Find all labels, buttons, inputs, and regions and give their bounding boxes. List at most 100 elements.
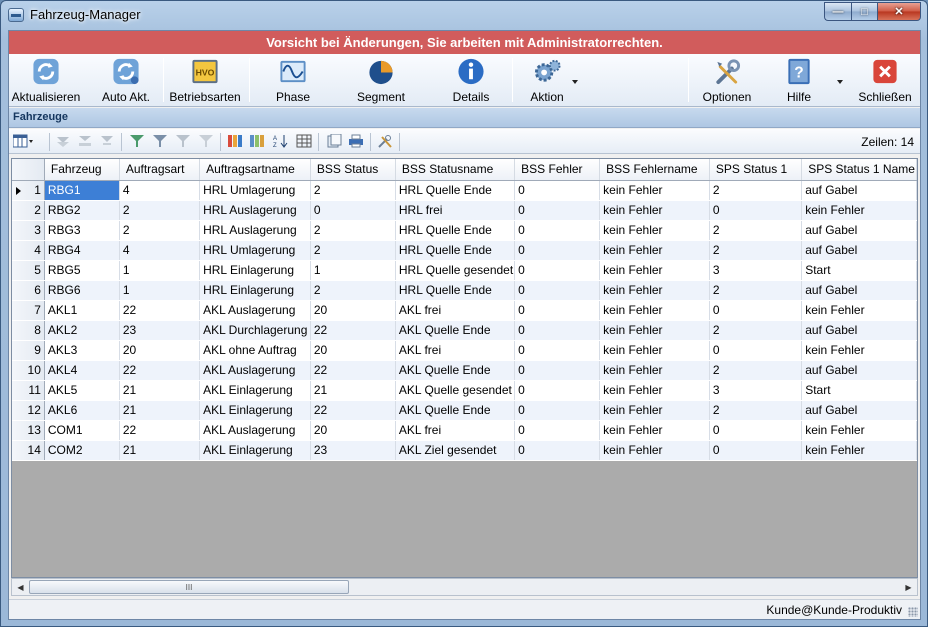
table-cell[interactable]: kein Fehler	[599, 340, 710, 361]
table-row[interactable]: 11 AKL5 21 AKL Einlagerung 21 AKL Quelle gese…	[12, 380, 917, 401]
table-cell[interactable]: 0	[709, 340, 803, 361]
table-cell[interactable]: HRL Einlagerung	[199, 260, 311, 281]
schliessen-button[interactable]: Schließen	[852, 56, 918, 104]
table-cell[interactable]: 0	[709, 300, 803, 321]
table-cell[interactable]: auf Gabel	[801, 220, 917, 241]
table-cell[interactable]: kein Fehler	[599, 260, 710, 281]
table-cell[interactable]: Start	[801, 380, 917, 401]
table-cell[interactable]: HRL Quelle Ende	[395, 280, 516, 301]
row-number[interactable]: 11	[12, 380, 45, 401]
table-cell[interactable]: HRL Quelle Ende	[395, 220, 516, 241]
betriebsarten-button[interactable]: HVO Betriebsarten	[167, 56, 243, 104]
table-cell[interactable]: RBG4	[44, 240, 120, 261]
table-row[interactable]: 10 AKL4 22 AKL Auslagerung 22 AKL Quelle Ende…	[12, 360, 917, 381]
table-cell[interactable]: auf Gabel	[801, 280, 917, 301]
table-row[interactable]: 3 RBG3 2 HRL Auslagerung 2 HRL Quelle Ende 0 ke…	[12, 220, 917, 241]
table-cell[interactable]: 1	[119, 280, 201, 301]
table-cell[interactable]: AKL Quelle Ende	[395, 360, 516, 381]
table-cell[interactable]: 0	[709, 440, 803, 461]
table-cell[interactable]: RBG2	[44, 200, 120, 221]
vehicles-grid[interactable]: Fahrzeug Auftragsart Auftragsartname BSS…	[11, 158, 918, 578]
table-cell[interactable]: 2	[119, 200, 201, 221]
resize-grip-icon[interactable]	[908, 607, 918, 617]
column-header[interactable]: Auftragsart	[119, 159, 201, 181]
table-row[interactable]: 9 AKL3 20 AKL ohne Auftrag 20 AKL frei 0 kein F…	[12, 340, 917, 361]
table-cell[interactable]: 0	[514, 280, 601, 301]
table-cell[interactable]: RBG5	[44, 260, 120, 281]
column-header[interactable]: SPS Status 1	[709, 159, 803, 181]
table-cell[interactable]: 20	[310, 300, 396, 321]
horizontal-scrollbar[interactable]: ◀ III ▶	[11, 578, 918, 596]
table-cell[interactable]: kein Fehler	[801, 340, 917, 361]
collapse-all-icon[interactable]	[55, 134, 71, 148]
table-cell[interactable]: kein Fehler	[599, 420, 710, 441]
row-number[interactable]: 12	[12, 400, 45, 421]
table-row[interactable]: 4 RBG4 4 HRL Umlagerung 2 HRL Quelle Ende 0 kei…	[12, 240, 917, 261]
print-icon[interactable]	[348, 134, 364, 148]
table-cell[interactable]: 4	[119, 240, 201, 261]
row-number[interactable]: 3	[12, 220, 45, 241]
table-cell[interactable]: COM1	[44, 420, 120, 441]
aktion-dropdown-arrow-icon[interactable]	[572, 80, 578, 84]
table-cell[interactable]: 2	[709, 220, 803, 241]
table-cell[interactable]: 0	[514, 380, 601, 401]
filter-clear-icon[interactable]	[175, 134, 191, 148]
table-cell[interactable]: 22	[119, 360, 201, 381]
column-colors-icon[interactable]	[249, 134, 265, 148]
table-cell[interactable]: 2	[310, 180, 396, 201]
table-cell[interactable]: AKL5	[44, 380, 120, 401]
table-cell[interactable]: 0	[514, 300, 601, 321]
table-cell[interactable]: kein Fehler	[801, 300, 917, 321]
table-cell[interactable]: HRL Umlagerung	[199, 240, 311, 261]
table-cell[interactable]: RBG6	[44, 280, 120, 301]
auto-akt-button[interactable]: Auto Akt.	[91, 56, 161, 104]
table-cell[interactable]: kein Fehler	[599, 300, 710, 321]
table-cell[interactable]: 0	[514, 400, 601, 421]
row-number[interactable]: 1	[12, 180, 45, 201]
table-cell[interactable]: AKL ohne Auftrag	[199, 340, 311, 361]
phase-button[interactable]: Phase	[261, 56, 325, 104]
scroll-right-icon[interactable]: ▶	[900, 579, 917, 595]
table-cell[interactable]: 22	[310, 320, 396, 341]
table-cell[interactable]: 22	[119, 300, 201, 321]
table-cell[interactable]: 0	[514, 420, 601, 441]
column-header[interactable]: BSS Status	[310, 159, 396, 181]
optionen-button[interactable]: Optionen	[695, 56, 759, 104]
table-cell[interactable]: AKL Auslagerung	[199, 360, 311, 381]
table-cell[interactable]: HRL Umlagerung	[199, 180, 311, 201]
table-cell[interactable]: 0	[709, 420, 803, 441]
table-cell[interactable]: RBG3	[44, 220, 120, 241]
column-header[interactable]: Fahrzeug	[44, 159, 120, 181]
table-cell[interactable]: kein Fehler	[599, 320, 710, 341]
table-cell[interactable]: 0	[514, 220, 601, 241]
table-cell[interactable]: RBG1	[44, 180, 120, 201]
table-cell[interactable]: HRL Quelle Ende	[395, 240, 516, 261]
column-header[interactable]: Auftragsartname	[199, 159, 311, 181]
table-cell[interactable]: 0	[514, 240, 601, 261]
table-cell[interactable]: 3	[709, 380, 803, 401]
table-cell[interactable]: 0	[514, 320, 601, 341]
table-cell[interactable]: 2	[709, 320, 803, 341]
sort-az-icon[interactable]: AZ	[273, 134, 289, 148]
table-cell[interactable]: 23	[310, 440, 396, 461]
table-cell[interactable]: HRL Einlagerung	[199, 280, 311, 301]
table-cell[interactable]: AKL Einlagerung	[199, 400, 311, 421]
column-chooser-icon[interactable]	[13, 134, 35, 148]
details-button[interactable]: Details	[437, 56, 505, 104]
table-cell[interactable]: AKL Quelle Ende	[395, 400, 516, 421]
table-cell[interactable]: AKL Einlagerung	[199, 440, 311, 461]
table-cell[interactable]: 22	[310, 360, 396, 381]
table-cell[interactable]: 0	[514, 200, 601, 221]
table-cell[interactable]: AKL Auslagerung	[199, 300, 311, 321]
row-number[interactable]: 14	[12, 440, 45, 461]
column-header[interactable]: SPS Status 1 Name	[801, 159, 917, 181]
grid-lines-icon[interactable]	[296, 134, 312, 148]
table-cell[interactable]: 2	[119, 220, 201, 241]
table-cell[interactable]: AKL Quelle gesendet	[395, 380, 516, 401]
table-cell[interactable]: auf Gabel	[801, 400, 917, 421]
row-number[interactable]: 6	[12, 280, 45, 301]
table-cell[interactable]: kein Fehler	[599, 380, 710, 401]
table-cell[interactable]: 2	[310, 240, 396, 261]
filter-remove-icon[interactable]	[198, 134, 214, 148]
table-row[interactable]: 12 AKL6 21 AKL Einlagerung 22 AKL Quelle Ende…	[12, 400, 917, 421]
